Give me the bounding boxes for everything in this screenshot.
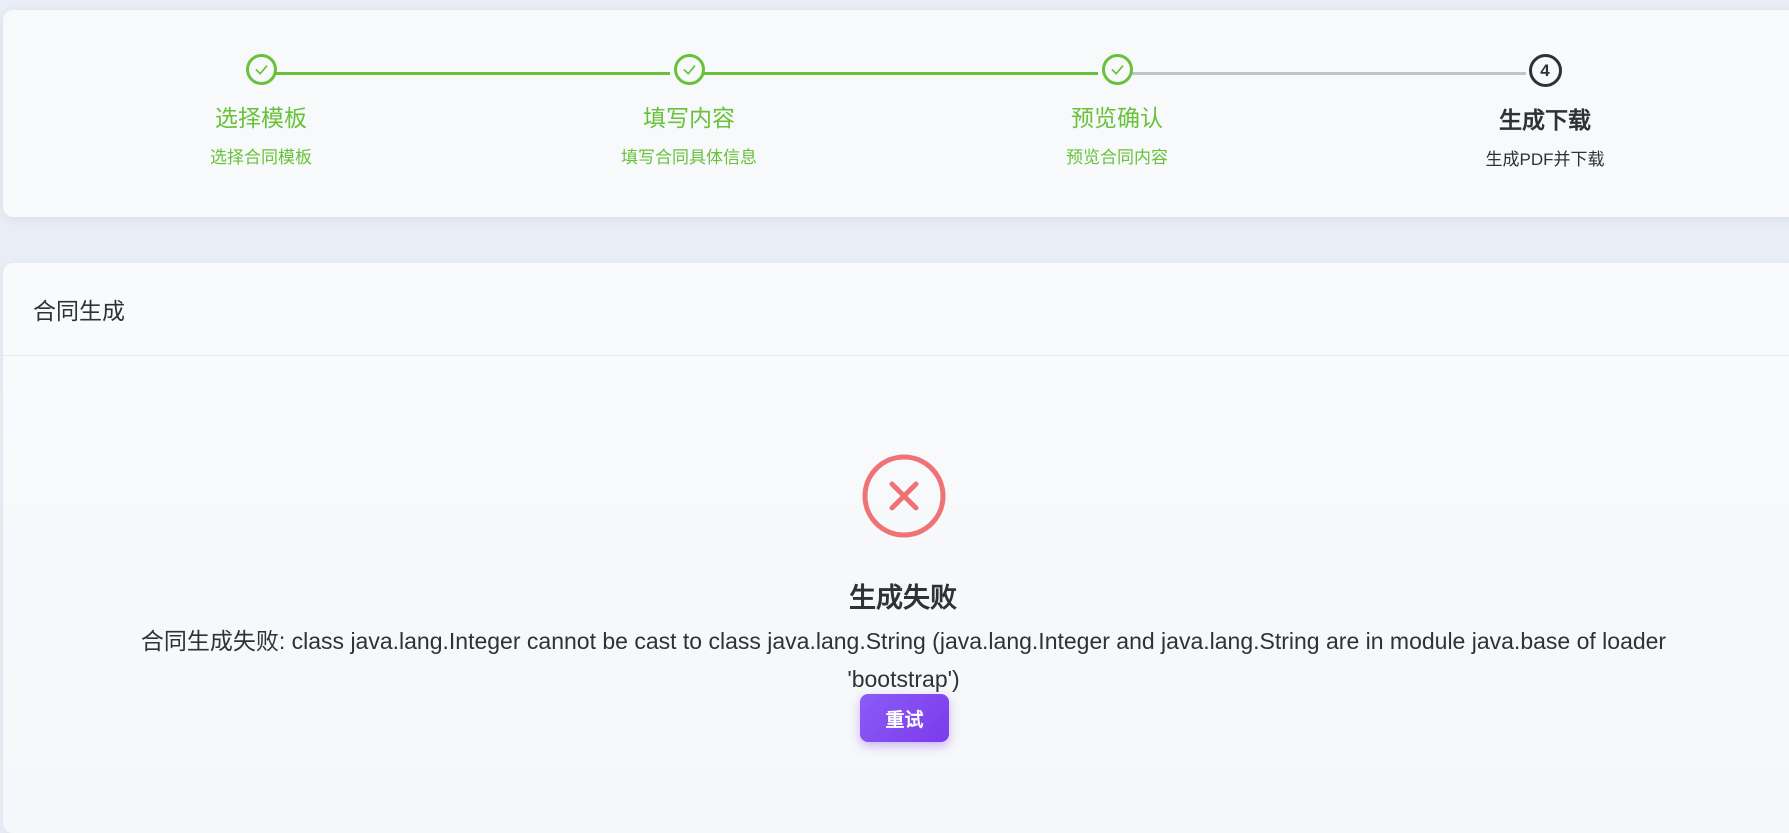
step-title: 生成下载 <box>1499 107 1591 133</box>
step-description: 生成PDF并下载 <box>1485 150 1605 169</box>
generation-card: 合同生成 生成失败 合同生成失败: class java.lang.Intege… <box>3 263 1789 833</box>
step-1: 选择模板 选择合同模板 <box>111 54 411 168</box>
step-title: 预览确认 <box>1071 105 1163 131</box>
step-number: 4 <box>1528 54 1562 87</box>
check-icon <box>673 54 705 85</box>
step-title: 选择模板 <box>215 105 307 131</box>
error-circle-icon <box>862 454 946 538</box>
steps-bar: 选择模板 选择合同模板 填写内容 填写合同具体信息 预览确认 预览合同内容 4 … <box>3 10 1789 217</box>
retry-button[interactable]: 重试 <box>860 694 949 742</box>
step-description: 填写合同具体信息 <box>621 148 757 167</box>
check-icon <box>245 54 277 85</box>
result-title: 生成失败 <box>849 583 957 613</box>
step-4: 4 生成下载 生成PDF并下载 <box>1395 54 1695 170</box>
error-message: 合同生成失败: class java.lang.Integer cannot b… <box>140 628 1667 692</box>
step-title: 填写内容 <box>643 105 735 131</box>
check-icon <box>1101 54 1133 85</box>
step-2: 填写内容 填写合同具体信息 <box>539 54 839 168</box>
error-result: 生成失败 合同生成失败: class java.lang.Integer can… <box>3 263 1789 833</box>
step-description: 预览合同内容 <box>1066 148 1168 167</box>
step-3: 预览确认 预览合同内容 <box>967 54 1267 168</box>
step-description: 选择合同模板 <box>210 148 312 167</box>
